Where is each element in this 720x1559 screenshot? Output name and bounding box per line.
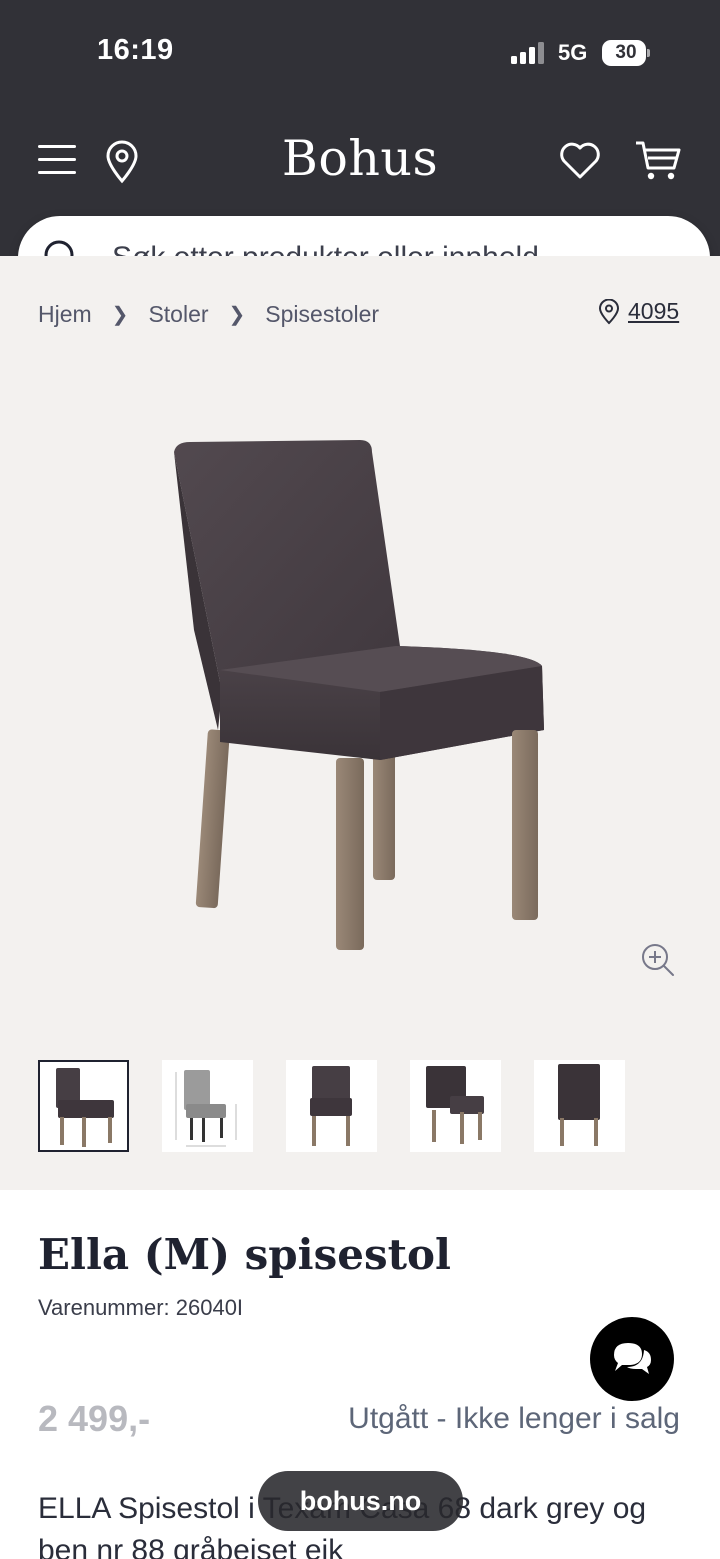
heart-icon[interactable] — [558, 140, 602, 184]
status-time: 16:19 — [97, 34, 174, 66]
store-location-icon — [598, 298, 620, 324]
battery-level: 30 — [615, 42, 637, 63]
breadcrumb: Hjem ❯ Stoler ❯ Spisestoler — [38, 300, 379, 328]
store-selector[interactable]: 4095 — [598, 298, 679, 325]
menu-icon[interactable] — [38, 143, 76, 177]
store-number: 4095 — [628, 298, 680, 324]
thumbnail-5[interactable] — [534, 1060, 625, 1152]
location-icon[interactable] — [104, 140, 140, 188]
thumbnail-1[interactable] — [38, 1060, 129, 1152]
chat-button[interactable] — [590, 1317, 674, 1401]
chat-icon — [614, 1343, 651, 1374]
breadcrumb-spisestoler[interactable]: Spisestoler — [265, 301, 379, 328]
thumbnail-2[interactable] — [162, 1060, 253, 1152]
breadcrumb-home[interactable]: Hjem — [38, 301, 92, 328]
product-main-image[interactable] — [160, 430, 560, 960]
thumbnail-strip — [38, 1060, 625, 1152]
zoom-icon[interactable] — [640, 942, 676, 982]
chevron-right-icon: ❯ — [111, 303, 129, 326]
availability-status: Utgått - Ikke lenger i salg — [348, 1402, 680, 1435]
product-price: 2 499,- — [38, 1398, 151, 1439]
chevron-right-icon: ❯ — [228, 303, 246, 326]
cart-icon[interactable] — [634, 138, 682, 186]
product-sku: Varenummer: 26040I — [38, 1295, 244, 1320]
network-type: 5G — [558, 40, 588, 65]
product-title: Ella (M) spisestol — [38, 1230, 451, 1279]
battery-icon: 30 — [602, 40, 650, 66]
browser-url-pill[interactable]: bohus.no — [258, 1471, 463, 1531]
signal-icon — [511, 42, 547, 64]
thumbnail-3[interactable] — [286, 1060, 377, 1152]
thumbnail-4[interactable] — [410, 1060, 501, 1152]
breadcrumb-stoler[interactable]: Stoler — [148, 301, 208, 328]
